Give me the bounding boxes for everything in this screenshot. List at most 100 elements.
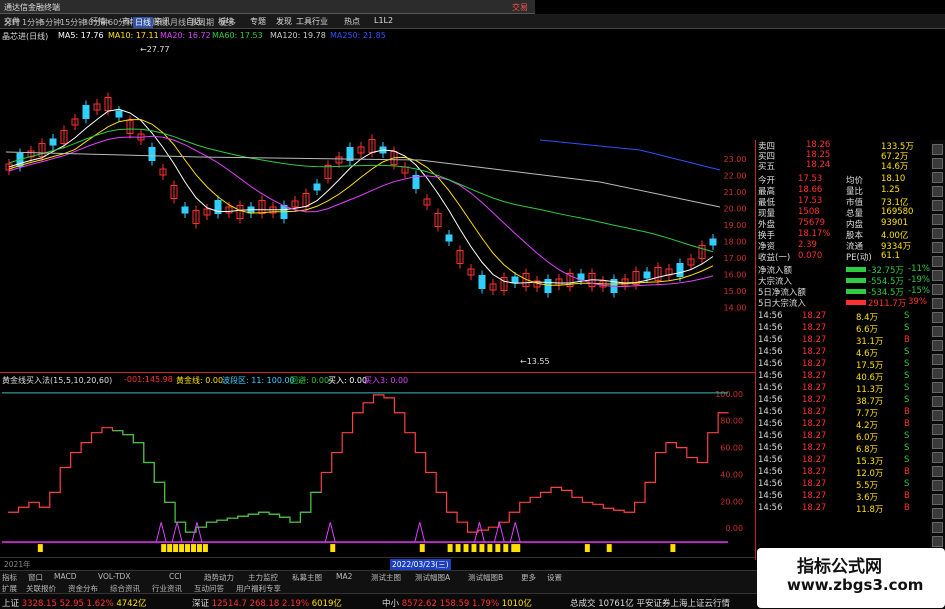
candlestick-chart[interactable]: 23.00 22.00 21.00 20.00 19.00 18.00 17.00 16.00… — [0, 42, 755, 372]
tick-time: 14:56 — [758, 311, 783, 321]
indicator-axis-label: 0.00 — [725, 524, 743, 533]
price-axis-label: 14.00 — [724, 304, 747, 313]
tick-volume: 5.5万 — [856, 481, 879, 491]
side-tool-button[interactable] — [932, 270, 943, 281]
side-tool-button[interactable] — [932, 326, 943, 337]
order-book-row: 买五 18.24 14.6万 — [756, 160, 931, 172]
index-quote[interactable]: 深证 12514.7 268.18 2.19% 6019亿 — [192, 597, 342, 609]
flow-bar — [846, 300, 866, 305]
indicator-axis-label: 80.00 — [720, 417, 743, 426]
ma-legend-item: MA10: 17.11 — [108, 31, 159, 40]
ma-legend-item: MA5: 17.76 — [58, 31, 104, 40]
side-tool-button[interactable] — [932, 214, 943, 225]
candle-body — [181, 206, 189, 214]
tick-row: 14:56 18.27 4.2万 B — [756, 419, 931, 431]
tick-price: 18.27 — [802, 467, 827, 477]
side-tool-button[interactable] — [932, 396, 943, 407]
indicator-chart[interactable]: 100.00 80.00 60.00 40.00 20.00 0.00 — [0, 372, 755, 557]
period-tab[interactable]: 60分钟 — [108, 17, 134, 28]
side-tool-button[interactable] — [932, 452, 943, 463]
tick-time: 14:56 — [758, 419, 783, 429]
period-tab[interactable]: 分时 — [4, 17, 20, 28]
side-tool-button[interactable] — [932, 382, 943, 393]
period-tab[interactable]: 日线 — [133, 17, 153, 28]
period-tab[interactable]: 周线 — [152, 17, 168, 28]
candle-body — [115, 110, 123, 118]
buy-signal-bar — [495, 544, 501, 553]
side-tool-button[interactable] — [932, 312, 943, 323]
side-tool-button[interactable] — [932, 158, 943, 169]
stat-row: 净资 2.39 流通 9334万 — [756, 240, 931, 252]
side-tool-button[interactable] — [932, 186, 943, 197]
stat-label: PE(动) — [846, 253, 872, 263]
side-tool-button[interactable] — [932, 536, 943, 547]
period-tab[interactable]: 更多 — [220, 17, 236, 28]
side-tool-button[interactable] — [932, 368, 943, 379]
watermark: 指标公式网 www.zbgs3.com — [757, 548, 945, 608]
index-quote[interactable]: 中小 8572.62 158.59 1.79% 1010亿 — [382, 597, 532, 609]
buy-signal-bar — [455, 544, 461, 553]
indicator-tab[interactable]: VOL-TDX — [98, 572, 130, 581]
side-tool-button[interactable] — [932, 494, 943, 505]
side-tool-button[interactable] — [932, 508, 943, 519]
buy-signal-bar — [191, 544, 196, 553]
side-tool-button[interactable] — [932, 172, 943, 183]
tick-row: 14:56 18.27 31.1万 B — [756, 335, 931, 347]
index-quote[interactable]: 上证 3328.15 52.95 1.62% 4742亿 — [2, 597, 146, 609]
index-pct: 1.62% — [83, 599, 114, 609]
side-tool-button[interactable] — [932, 340, 943, 351]
indicator-tab[interactable]: MA2 — [336, 572, 352, 581]
side-tool-button[interactable] — [932, 410, 943, 421]
tick-time: 14:56 — [758, 467, 783, 477]
indicator-tab[interactable]: CCI — [169, 572, 182, 581]
stat-label: 收益(一) — [758, 253, 791, 263]
tick-side: S — [904, 383, 910, 393]
tick-row: 14:56 18.27 3.6万 B — [756, 491, 931, 503]
tick-volume: 11.8万 — [856, 505, 884, 515]
indicator-axis-label: 20.00 — [720, 497, 743, 506]
period-tab[interactable]: 多周期 — [190, 17, 214, 28]
side-tool-button[interactable] — [932, 256, 943, 267]
tick-volume: 40.6万 — [856, 373, 884, 383]
indicator-tab[interactable]: MACD — [54, 572, 76, 581]
price-axis-label: 19.00 — [724, 221, 747, 230]
menu-item[interactable]: L1L2 — [374, 16, 393, 25]
index-change: 52.95 — [56, 599, 84, 609]
trade-link[interactable]: 交易 — [512, 2, 528, 13]
index-value: 12514.7 — [209, 599, 247, 609]
buy-signal-bar — [503, 544, 509, 553]
ma-legend-item: MA20: 16.72 — [160, 31, 211, 40]
price-axis-label: 17.00 — [724, 254, 747, 263]
side-tool-button[interactable] — [932, 480, 943, 491]
side-tool-button[interactable] — [932, 144, 943, 155]
period-tab[interactable]: 30分钟 — [83, 17, 109, 28]
tick-price: 18.27 — [802, 347, 827, 357]
candle-body — [709, 238, 717, 246]
tick-row: 14:56 18.27 38.7万 S — [756, 395, 931, 407]
tick-price: 18.27 — [802, 311, 827, 321]
stat-value: 18.17% — [798, 229, 831, 239]
side-tool-button[interactable] — [932, 298, 943, 309]
side-tool-button[interactable] — [932, 200, 943, 211]
side-tool-button[interactable] — [932, 228, 943, 239]
tick-volume: 11.3万 — [856, 385, 884, 395]
tick-side: B — [904, 407, 910, 417]
side-tool-button[interactable] — [932, 284, 943, 295]
side-tool-button[interactable] — [932, 438, 943, 449]
side-tool-button[interactable] — [932, 424, 943, 435]
side-tool-button[interactable] — [932, 242, 943, 253]
menu-item[interactable]: 行业 — [312, 16, 328, 27]
tick-time: 14:56 — [758, 407, 783, 417]
tick-price: 18.27 — [802, 503, 827, 513]
buy-signal-bar — [447, 544, 453, 553]
side-tool-button[interactable] — [932, 522, 943, 533]
menu-item[interactable]: 热点 — [344, 16, 360, 27]
period-tab[interactable]: 5分钟 — [40, 17, 61, 28]
period-tab[interactable]: 月线 — [170, 17, 186, 28]
flow-pct: 39% — [908, 297, 927, 307]
flow-pct: -19% — [908, 275, 930, 285]
tick-time: 14:56 — [758, 503, 783, 513]
side-tool-button[interactable] — [932, 466, 943, 477]
candle-body — [511, 276, 519, 284]
side-tool-button[interactable] — [932, 354, 943, 365]
